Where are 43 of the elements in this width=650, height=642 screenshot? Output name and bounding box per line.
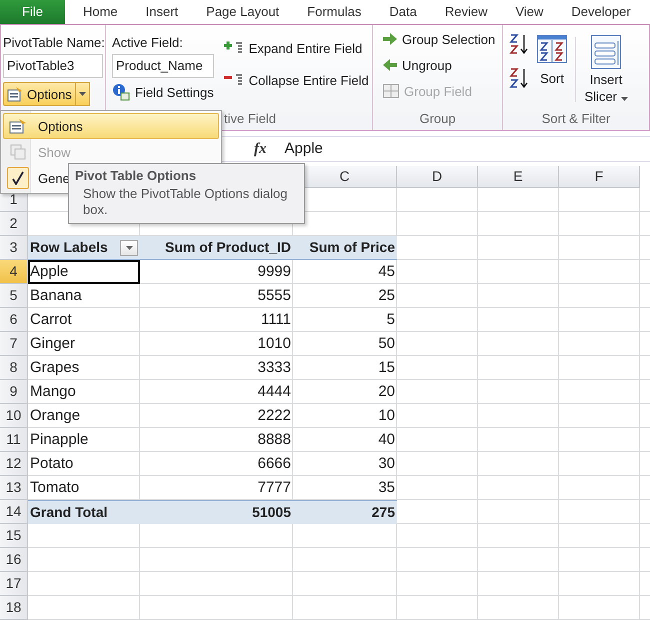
table-cell-text: 7777 <box>256 478 292 498</box>
table-cell-text: 1111 <box>260 310 292 330</box>
field-label: Active Field: <box>112 35 184 50</box>
field-label: PivotTable Name: <box>3 35 103 50</box>
table-cell: 51005 <box>140 500 293 524</box>
table-cell-text: 20 <box>377 382 396 402</box>
table-cell-text: 5555 <box>256 286 292 306</box>
table-cell-text: 40 <box>377 430 396 450</box>
table-cell: Grand Total <box>28 500 140 524</box>
table-cell-text: 5 <box>386 310 396 330</box>
table-cell-text: 4444 <box>256 382 292 402</box>
table-cell: 275 <box>293 500 397 524</box>
table-cell-text: 6666 <box>256 454 292 474</box>
table-cell-text: Ginger <box>29 334 76 354</box>
column-heading: Sum of Product_ID <box>140 236 293 260</box>
tooltip-title: Pivot Table Options <box>75 168 198 183</box>
table-cell-text: 2222 <box>256 406 292 426</box>
table-cell-text: 15 <box>377 358 396 378</box>
group-label: Sort & Filter <box>540 110 612 128</box>
table-cell-text: 35 <box>377 478 396 498</box>
tooltip-text: Show the PivotTable Options dialog box. <box>82 186 289 218</box>
table-cell-text: Potato <box>29 454 74 474</box>
table-cell-text: 50 <box>377 334 396 354</box>
table-cell-text: Grapes <box>29 358 80 378</box>
table-cell-text: Carrot <box>29 310 73 330</box>
table-cell-text: Banana <box>29 286 83 306</box>
group-label: Group <box>418 110 457 128</box>
table-cell-text: Mango <box>29 382 77 402</box>
table-cell: Apple <box>28 260 140 284</box>
table-cell-text: 9999 <box>256 262 292 282</box>
table-cell-text: Tomato <box>29 478 80 498</box>
table-cell-text: 3333 <box>256 358 292 378</box>
group-label: tive Field <box>223 110 278 128</box>
table-cell-text: 8888 <box>256 430 292 450</box>
table-cell-text: 1010 <box>256 334 292 354</box>
table-cell-text: Orange <box>29 406 82 426</box>
column-heading: Row Labels <box>30 238 108 257</box>
column-heading: Sum of Price <box>293 236 397 260</box>
table-cell-text: 30 <box>377 454 396 474</box>
table-cell-text: 45 <box>377 262 396 282</box>
table-cell-text: 25 <box>377 286 396 306</box>
table-cell-text: Pinapple <box>29 430 90 450</box>
table-cell-text: 10 <box>377 406 396 426</box>
